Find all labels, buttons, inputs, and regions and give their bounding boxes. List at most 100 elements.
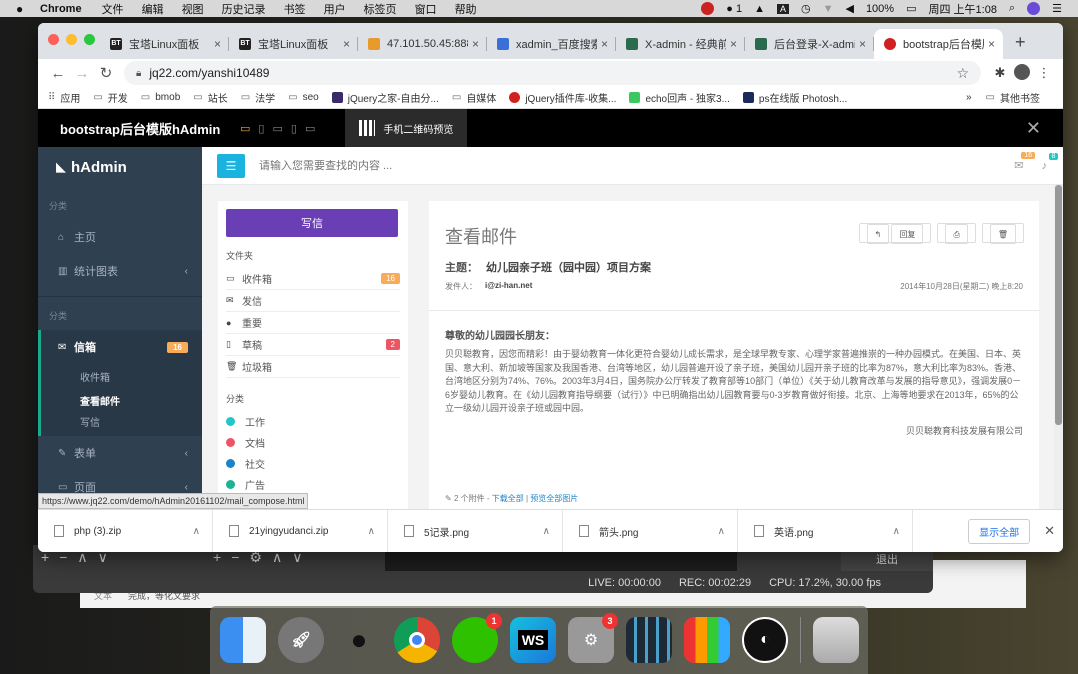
siri-icon[interactable] [1027,2,1041,15]
clock[interactable]: 周四 上午1:08 [928,1,996,17]
time-machine-icon[interactable]: ◷ [801,2,811,15]
finder-icon[interactable] [220,617,266,663]
browser-tab[interactable]: X-admin - 经典前端 × [616,29,745,59]
zoom-window-button[interactable] [84,34,95,45]
scrollbar-thumb[interactable] [1055,185,1062,425]
menu-tab[interactable]: 标签页 [364,1,397,17]
menu-window[interactable]: 窗口 [415,1,437,17]
trash-icon[interactable] [813,617,859,663]
category-ads[interactable]: 广告 [226,474,400,495]
sidebar-item-home[interactable]: ⌂ 主页 [38,220,202,254]
folder-sent[interactable]: ✉ 发信 [226,290,400,312]
bookmark-folder[interactable]: ▭ 法学 [241,90,275,105]
menu-edit[interactable]: 编辑 [142,1,164,17]
qq-icon[interactable]: ● [336,617,382,663]
volume-icon[interactable]: ◀ [845,2,853,15]
sidebar-item-forms[interactable]: ✎ 表单 ‹ [38,436,202,470]
phone-landscape-icon[interactable]: ▭ [305,122,315,135]
menu-help[interactable]: 帮助 [455,1,477,17]
close-tab-icon[interactable]: × [601,37,608,51]
compose-button[interactable]: 写信 [226,209,398,237]
menu-history[interactable]: 历史记录 [222,1,266,17]
audio-meter-icon[interactable] [626,617,672,663]
menu-people[interactable]: 用户 [324,1,346,17]
close-window-button[interactable] [48,34,59,45]
download-item[interactable]: 21yingyudanci.zip ∧ [213,509,388,552]
battery-icon[interactable]: ▭ [906,2,916,15]
lock-icon[interactable]: 🔒︎ [136,68,141,79]
tablet-portrait-icon[interactable]: ▯ [258,122,264,135]
page-scrollbar[interactable] [1054,185,1063,509]
apple-icon[interactable]: ● [16,2,30,16]
close-tab-icon[interactable]: × [859,37,866,51]
menu-view[interactable]: 视图 [182,1,204,17]
bookmark-folder[interactable]: ▭ bmob [141,92,180,103]
desktop-icon[interactable]: ▭ [240,122,250,135]
delete-button[interactable]: 🗑︎ [981,223,1024,244]
close-tab-icon[interactable]: × [214,37,221,51]
bookmark-star-icon[interactable]: ☆ [956,65,969,82]
bookmark-link[interactable]: jQuery之家-自由分... [331,90,439,105]
search-input[interactable] [259,159,559,172]
menu-toggle-button[interactable]: ☰ [217,153,245,178]
messages-icon[interactable]: ✉ 16 [1014,152,1036,172]
browser-tab-active[interactable]: bootstrap后台模版 × [874,29,1003,59]
folder-trash[interactable]: 🗑︎ 垃圾箱 [226,356,400,378]
download-item[interactable]: php (3).zip ∧ [38,509,213,552]
chevron-up-icon[interactable]: ∧ [718,526,725,537]
obs-exit-button[interactable]: 退出 [841,549,933,571]
bookmark-folder[interactable]: ▭ seo [288,92,319,103]
download-all-link[interactable]: 下载全部 [492,494,524,503]
phone-portrait-icon[interactable]: ▯ [291,122,297,135]
system-preferences-icon[interactable]: ⚙ 3 [568,613,618,663]
address-bar[interactable]: 🔒︎ jq22.com/yanshi10489 ☆ [124,61,981,85]
download-item[interactable]: 5记录.png ∧ [388,509,563,552]
close-tab-icon[interactable]: × [472,37,479,51]
bookmark-folder[interactable]: ▭ 站长 [193,90,227,105]
wechat-tray-icon[interactable]: ● 1 [726,3,742,15]
qr-preview-button[interactable]: 手机二维码预览 [345,109,468,147]
sidebar-item-mailbox[interactable]: ✉ 信箱 16 [41,330,202,364]
wifi-icon[interactable]: ▼ [823,3,834,15]
forward-icon[interactable]: → [70,65,94,82]
menu-file[interactable]: 文件 [102,1,124,17]
chevron-up-icon[interactable]: ∧ [193,526,200,537]
folder-inbox[interactable]: ▭ 收件箱 16 [226,268,400,290]
minimize-window-button[interactable] [66,34,77,45]
preview-all-link[interactable]: 预览全部图片 [530,494,578,503]
chevron-up-icon[interactable]: ∧ [543,526,550,537]
webstorm-icon[interactable]: WS [510,617,556,663]
browser-tab[interactable]: BT 宝塔Linux面板 × [100,29,229,59]
chrome-icon[interactable] [394,617,440,663]
launchpad-icon[interactable]: 🚀︎ [278,617,324,663]
back-icon[interactable]: ← [46,65,70,82]
print-button[interactable]: ⎙ [937,223,976,244]
download-item[interactable]: 英语.png ∧ [738,509,913,552]
extensions-icon[interactable]: ✱ [989,65,1011,81]
category-docs[interactable]: 文档 [226,432,400,453]
show-all-downloads-button[interactable]: 显示全部 [968,518,1031,544]
download-item[interactable]: 箭头.png ∧ [563,509,738,552]
new-tab-button[interactable]: + [1015,32,1026,53]
close-tab-icon[interactable]: × [730,37,737,51]
bookmark-folder[interactable]: ▭ 自媒体 [452,90,496,105]
menu-app-name[interactable]: Chrome [40,3,82,15]
bookmark-folder[interactable]: ▭ 开发 [93,90,127,105]
tablet-landscape-icon[interactable]: ▭ [272,122,282,135]
menu-bookmarks[interactable]: 书签 [284,1,306,17]
bookmark-link[interactable]: ps在线版 Photosh... [742,90,847,105]
browser-tab[interactable]: 后台登录-X-admin2 × [745,29,874,59]
bookmark-apps[interactable]: ⠿ 应用 [48,90,80,105]
close-preview-icon[interactable]: ✕ [1026,118,1041,139]
other-bookmarks[interactable]: ▭ 其他书签 [986,90,1040,105]
input-source-icon[interactable]: A [776,3,789,14]
close-downloads-icon[interactable]: ✕ [1044,523,1055,539]
close-tab-icon[interactable]: × [988,37,995,51]
browser-tab[interactable]: xadmin_百度搜索 × [487,29,616,59]
obs-icon[interactable]: ◐ [742,617,788,663]
sidebar-subitem-view-mail[interactable]: 查看邮件 [41,388,202,412]
profile-avatar[interactable] [1011,63,1033,83]
qq-tray-icon[interactable]: ▲ [754,3,765,15]
notification-center-icon[interactable]: ☰ [1052,2,1062,15]
sidebar-subitem-inbox[interactable]: 收件箱 [41,364,202,388]
